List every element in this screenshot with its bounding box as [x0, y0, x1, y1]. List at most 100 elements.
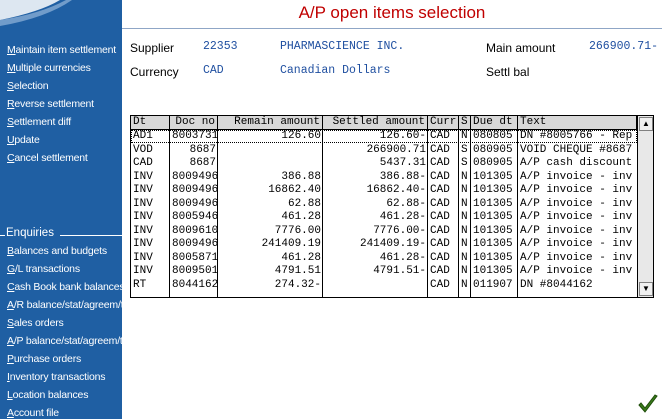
- column-header-doc-no[interactable]: Doc no: [170, 116, 218, 129]
- cell-dt: AD1: [133, 130, 153, 142]
- sidebar-item-reverse-settlement[interactable]: Reverse settlement: [7, 98, 94, 110]
- menu-item-accelerator: A: [7, 407, 14, 419]
- enquiry-item-a-p-balance-stat-agreem-trar[interactable]: A/P balance/stat/agreem/trar: [7, 335, 122, 347]
- cell-remain-amount: 126.60: [281, 130, 321, 142]
- menu-item-label: nventory transactions: [9, 371, 106, 383]
- sidebar-item-selection[interactable]: Selection: [7, 80, 49, 92]
- cell-due-dt: 101305: [473, 265, 513, 277]
- enquiry-item-a-r-balance-stat-agreem-trar[interactable]: A/R balance/stat/agreem/trar: [7, 299, 122, 311]
- cell-remain-amount: 7776.00: [274, 224, 321, 237]
- cell-settled-amount: 386.88-: [379, 170, 426, 183]
- cell-due-dt: 101305: [473, 238, 513, 250]
- cell-doc-no: 8009496: [172, 170, 218, 183]
- menu-item-label: ash Book bank balances: [14, 281, 122, 293]
- table-row[interactable]: AD1 8003731 126.60 126.60- CAD N 080805 DN #800…: [131, 130, 637, 143]
- cell-curr: CAD: [430, 130, 450, 142]
- cell-doc-no: 8005871: [172, 251, 218, 264]
- menu-item-accelerator: S: [7, 80, 14, 92]
- currency-label: Currency: [130, 65, 179, 79]
- cell-doc-no: 8003731: [172, 130, 218, 142]
- cell-curr: CAD: [430, 211, 450, 223]
- table-row[interactable]: INV 8009496 241409.19 241409.19- CAD N 101305 A…: [131, 238, 637, 251]
- scroll-up-icon[interactable]: ▲: [639, 117, 653, 131]
- supplier-code-field[interactable]: 22353: [203, 40, 238, 53]
- sidebar-item-maintain-item-settlement[interactable]: Maintain item settlement: [7, 44, 116, 56]
- grid-column-divider: [322, 116, 323, 297]
- cell-curr: CAD: [430, 278, 450, 291]
- enquiry-item-balances-and-budgets[interactable]: Balances and budgets: [7, 245, 107, 257]
- sidebar-item-settlement-diff[interactable]: Settlement diff: [7, 116, 71, 128]
- grid-column-divider: [470, 116, 471, 297]
- cell-dt: INV: [133, 170, 153, 183]
- cell-text: DN #8005766 - Rep: [520, 130, 633, 142]
- cell-text: A/P invoice - inv: [520, 197, 633, 210]
- table-row[interactable]: INV 8009496 386.88 386.88- CAD N 101305 A/P inv…: [131, 171, 637, 184]
- menu-item-label: ultiple currencies: [15, 62, 91, 74]
- open-items-grid[interactable]: Dt Doc no Remain amount Settled amount Curr S…: [130, 115, 654, 298]
- column-header-curr[interactable]: Curr: [428, 116, 459, 129]
- cell-settled-amount: 62.88-: [386, 197, 426, 210]
- enquiry-item-sales-orders[interactable]: Sales orders: [7, 317, 64, 329]
- table-row[interactable]: CAD 8687 5437.31 CAD S 080905 A/P cash discoun…: [131, 157, 637, 170]
- cell-doc-no: 8009496: [172, 197, 218, 210]
- enquiry-item-purchase-orders[interactable]: Purchase orders: [7, 353, 81, 365]
- cell-dt: CAD: [133, 157, 153, 169]
- grid-column-divider: [458, 116, 459, 297]
- enquiry-item-account-file[interactable]: Account file: [7, 407, 59, 419]
- menu-item-accelerator: M: [7, 44, 16, 56]
- sidebar-item-cancel-settlement[interactable]: Cancel settlement: [7, 152, 88, 164]
- scroll-down-icon[interactable]: ▼: [639, 282, 653, 296]
- cell-doc-no: 8009496: [172, 184, 218, 196]
- cell-dt: INV: [133, 265, 153, 277]
- cell-due-dt: 101305: [473, 170, 513, 183]
- currency-code-field[interactable]: CAD: [203, 64, 224, 77]
- sidebar-item-update[interactable]: Update: [7, 134, 40, 146]
- cell-text: A/P invoice - inv: [520, 251, 633, 264]
- enquiry-item-inventory-transactions[interactable]: Inventory transactions: [7, 371, 106, 383]
- checkmark-icon[interactable]: [637, 393, 659, 415]
- table-row[interactable]: INV 8005946 461.28 461.28- CAD N 101305 A/P inv…: [131, 211, 637, 224]
- table-row[interactable]: INV 8009501 4791.51 4791.51- CAD N 101305 A/P i…: [131, 265, 637, 278]
- table-row[interactable]: INV 8009496 16862.40 16862.40- CAD N 101305 A/P…: [131, 184, 637, 197]
- menu-item-label: /R balance/stat/agreem/trar: [13, 299, 122, 311]
- enquiry-item-g-l-transactions[interactable]: G/L transactions: [7, 263, 80, 275]
- cell-due-dt: 080805: [473, 130, 513, 142]
- cell-dt: INV: [133, 224, 153, 237]
- page-title: A/P open items selection: [298, 3, 486, 22]
- cell-settled-amount: 266900.71: [366, 143, 426, 156]
- cell-text: A/P cash discount: [520, 157, 633, 169]
- cell-dt: INV: [133, 184, 153, 196]
- supplier-label: Supplier: [130, 41, 175, 55]
- menu-item-label: ccount file: [13, 407, 59, 419]
- cell-settled-amount: 461.28-: [379, 211, 426, 223]
- grid-scrollbar[interactable]: ▲ ▼: [637, 116, 653, 297]
- enquiry-item-cash-book-bank-balances[interactable]: Cash Book bank balances: [7, 281, 122, 293]
- enquiry-item-location-balances[interactable]: Location balances: [7, 389, 88, 401]
- column-header-remain-amount[interactable]: Remain amount: [218, 116, 323, 129]
- table-row[interactable]: INV 8009496 62.88 62.88- CAD N 101305 A/P invoi…: [131, 198, 637, 211]
- cell-curr: CAD: [430, 251, 450, 264]
- table-row[interactable]: RT 8044162 274.32- CAD N 011907 DN #8044162: [131, 279, 637, 292]
- menu-item-accelerator: G: [7, 263, 15, 275]
- cell-curr: CAD: [430, 157, 450, 169]
- cell-text: A/P invoice - inv: [520, 238, 633, 250]
- table-row[interactable]: VOD 8687 266900.71 CAD S 080905 VOID CHEQUE #8…: [131, 144, 637, 157]
- cell-dt: RT: [133, 278, 147, 291]
- column-header-due-dt[interactable]: Due dt: [471, 116, 518, 129]
- table-row[interactable]: INV 8009610 7776.00 7776.00- CAD N 101305 A/P i…: [131, 225, 637, 238]
- table-row[interactable]: INV 8005871 461.28 461.28- CAD N 101305 A/P inv…: [131, 252, 637, 265]
- main-amount-label: Main amount: [486, 41, 556, 55]
- cell-due-dt: 101305: [473, 184, 513, 196]
- cell-remain-amount: 62.88: [287, 197, 321, 210]
- menu-item-label: urchase orders: [13, 353, 82, 365]
- menu-item-accelerator: S: [7, 317, 14, 329]
- column-header-text[interactable]: Text: [518, 116, 637, 129]
- menu-item-accelerator: B: [7, 245, 14, 257]
- grid-column-divider: [169, 116, 170, 297]
- cell-text: A/P invoice - inv: [520, 211, 633, 223]
- column-header-dt[interactable]: Dt: [131, 116, 170, 129]
- column-header-settled-amount[interactable]: Settled amount: [323, 116, 428, 129]
- sidebar-item-multiple-currencies[interactable]: Multiple currencies: [7, 62, 91, 74]
- cell-settled-amount: 126.60-: [379, 130, 426, 142]
- settl-bal-label: Settl bal: [486, 65, 530, 79]
